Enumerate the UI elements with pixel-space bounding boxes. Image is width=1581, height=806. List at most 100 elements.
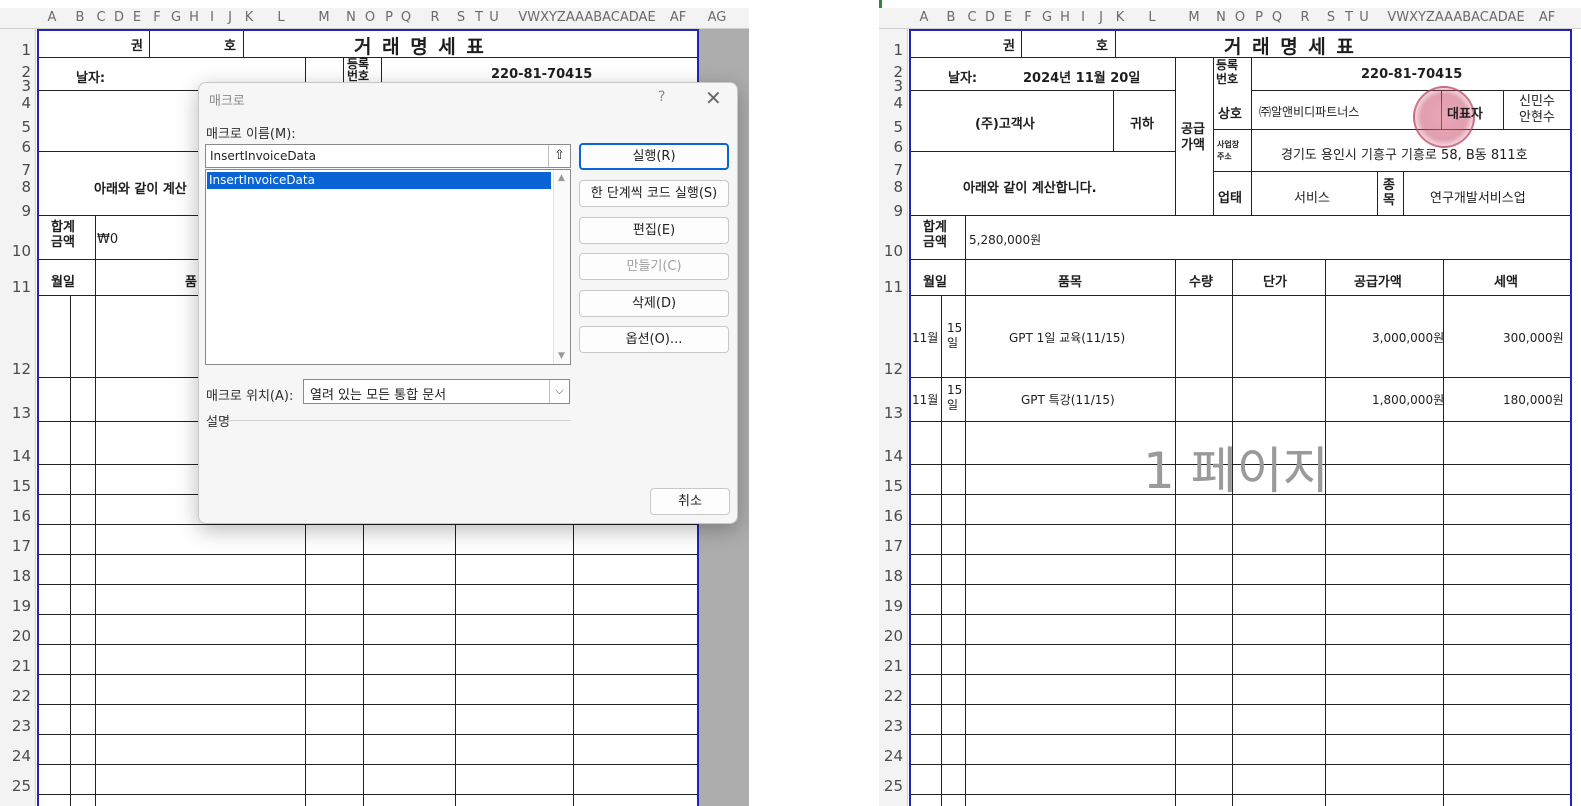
column-header-vwxyzaaabacadae[interactable]: VWXYZAAABACADAE — [1387, 10, 1524, 25]
column-header-p[interactable]: P — [1255, 10, 1263, 25]
row-header-9[interactable]: 9 — [893, 202, 903, 220]
row-header-18[interactable]: 18 — [884, 567, 903, 585]
column-header-a[interactable]: A — [48, 10, 57, 25]
column-header-bar[interactable]: A B C D E F G H I J K L M N O P Q R S T U VWXYZAAABACADAE AF — [879, 8, 1581, 29]
row-header-bar[interactable]: 1 2 3 4 5 6 7 8 9 10 11 12 13 14 15 16 17 18 19 20 21 22 23 24 2… — [0, 29, 36, 806]
row-header-14[interactable]: 14 — [884, 447, 903, 465]
collapse-dialog-icon[interactable]: ⇧ — [548, 145, 570, 167]
column-header-f[interactable]: F — [153, 10, 160, 25]
chevron-down-icon[interactable]: ⌵ — [549, 380, 569, 403]
column-header-m[interactable]: M — [1188, 10, 1199, 25]
column-header-af[interactable]: AF — [670, 10, 686, 25]
row-header-16[interactable]: 16 — [884, 507, 903, 525]
column-header-c[interactable]: C — [967, 10, 976, 25]
column-header-e[interactable]: E — [133, 10, 141, 25]
column-header-u[interactable]: U — [1359, 10, 1369, 25]
column-header-t[interactable]: T — [475, 10, 483, 25]
scroll-down-icon[interactable]: ▼ — [558, 351, 565, 361]
column-header-f[interactable]: F — [1024, 10, 1031, 25]
column-header-b[interactable]: B — [947, 10, 956, 25]
row-header-23[interactable]: 23 — [884, 717, 903, 735]
row-header-10[interactable]: 10 — [884, 242, 903, 260]
row-header-9[interactable]: 9 — [21, 202, 31, 220]
row-header-6[interactable]: 6 — [21, 138, 31, 156]
row-header-13[interactable]: 13 — [884, 404, 903, 422]
column-header-o[interactable]: O — [1235, 10, 1245, 25]
row-header-24[interactable]: 24 — [884, 747, 903, 765]
macro-list-item[interactable]: InsertInvoiceData — [207, 172, 551, 189]
row-header-bar[interactable]: 1 2 3 4 5 6 7 8 9 10 11 12 13 14 15 16 17 18 19 20 21 22 23 24 2… — [879, 29, 908, 806]
row-header-22[interactable]: 22 — [884, 687, 903, 705]
row-header-25[interactable]: 25 — [12, 777, 31, 795]
column-header-p[interactable]: P — [385, 10, 393, 25]
column-header-d[interactable]: D — [985, 10, 995, 25]
column-header-b[interactable]: B — [76, 10, 85, 25]
row-header-10[interactable]: 10 — [12, 242, 31, 260]
row-header-16[interactable]: 16 — [12, 507, 31, 525]
column-header-a[interactable]: A — [920, 10, 929, 25]
cancel-button[interactable]: 취소 — [650, 488, 730, 515]
column-header-h[interactable]: H — [1060, 10, 1070, 25]
row-header-15[interactable]: 15 — [884, 477, 903, 495]
column-header-ag[interactable]: AG — [708, 10, 727, 25]
row-header-7[interactable]: 7 — [893, 161, 903, 179]
row-header-23[interactable]: 23 — [12, 717, 31, 735]
column-header-af[interactable]: AF — [1539, 10, 1555, 25]
row-header-22[interactable]: 22 — [12, 687, 31, 705]
row-header-1[interactable]: 1 — [893, 41, 903, 59]
row-header-6[interactable]: 6 — [893, 138, 903, 156]
row-header-3[interactable]: 3 — [21, 77, 31, 95]
row-header-18[interactable]: 18 — [12, 567, 31, 585]
edit-button[interactable]: 편집(E) — [579, 217, 729, 244]
macro-name-input[interactable]: InsertInvoiceData ⇧ — [205, 144, 571, 168]
row-header-11[interactable]: 11 — [884, 278, 903, 296]
column-header-i[interactable]: I — [210, 10, 214, 25]
row-header-24[interactable]: 24 — [12, 747, 31, 765]
column-header-u[interactable]: U — [489, 10, 499, 25]
row-header-19[interactable]: 19 — [12, 597, 31, 615]
column-header-q[interactable]: Q — [1272, 10, 1282, 25]
row-header-5[interactable]: 5 — [893, 118, 903, 136]
help-icon[interactable]: ? — [658, 89, 665, 105]
column-header-d[interactable]: D — [114, 10, 124, 25]
row-header-5[interactable]: 5 — [21, 118, 31, 136]
invoice-sheet-right[interactable]: 권 호 거 래 명 세 표 날자: 2024년 11월 20일 등록 번호 22… — [909, 29, 1572, 806]
row-header-17[interactable]: 17 — [12, 537, 31, 555]
row-header-20[interactable]: 20 — [12, 627, 31, 645]
macro-dialog[interactable]: 매크로 ? ✕ 매크로 이름(M): InsertInvoiceData ⇧ I… — [198, 82, 738, 524]
row-header-1[interactable]: 1 — [21, 41, 31, 59]
column-header-vwxyzaaabacadae[interactable]: VWXYZAAABACADAE — [518, 10, 655, 25]
run-button[interactable]: 실행(R) — [579, 143, 729, 170]
column-header-n[interactable]: N — [1216, 10, 1226, 25]
macro-location-select[interactable]: 열려 있는 모든 통합 문서 ⌵ — [303, 379, 570, 404]
row-header-8[interactable]: 8 — [21, 178, 31, 196]
row-header-15[interactable]: 15 — [12, 477, 31, 495]
row-header-12[interactable]: 12 — [12, 360, 31, 378]
column-header-m[interactable]: M — [318, 10, 329, 25]
column-header-n[interactable]: N — [346, 10, 356, 25]
column-header-e[interactable]: E — [1004, 10, 1012, 25]
column-header-s[interactable]: S — [1327, 10, 1335, 25]
close-icon[interactable]: ✕ — [705, 86, 722, 110]
row-header-4[interactable]: 4 — [21, 94, 31, 112]
macro-list[interactable]: InsertInvoiceData ▲ ▼ — [205, 169, 571, 365]
row-header-14[interactable]: 14 — [12, 447, 31, 465]
column-header-k[interactable]: K — [1116, 10, 1125, 25]
column-header-r[interactable]: R — [430, 10, 439, 25]
column-header-g[interactable]: G — [171, 10, 181, 25]
row-header-17[interactable]: 17 — [884, 537, 903, 555]
column-header-s[interactable]: S — [457, 10, 465, 25]
options-button[interactable]: 옵션(O)... — [579, 326, 729, 353]
row-header-13[interactable]: 13 — [12, 404, 31, 422]
column-header-l[interactable]: L — [1148, 10, 1155, 25]
column-header-j[interactable]: J — [1099, 10, 1103, 25]
row-header-21[interactable]: 21 — [12, 657, 31, 675]
list-scrollbar[interactable]: ▲ ▼ — [553, 170, 570, 364]
column-header-r[interactable]: R — [1300, 10, 1309, 25]
column-header-i[interactable]: I — [1081, 10, 1085, 25]
scroll-up-icon[interactable]: ▲ — [558, 173, 565, 183]
column-header-g[interactable]: G — [1042, 10, 1052, 25]
column-header-h[interactable]: H — [189, 10, 199, 25]
row-header-3[interactable]: 3 — [893, 77, 903, 95]
column-header-j[interactable]: J — [228, 10, 232, 25]
